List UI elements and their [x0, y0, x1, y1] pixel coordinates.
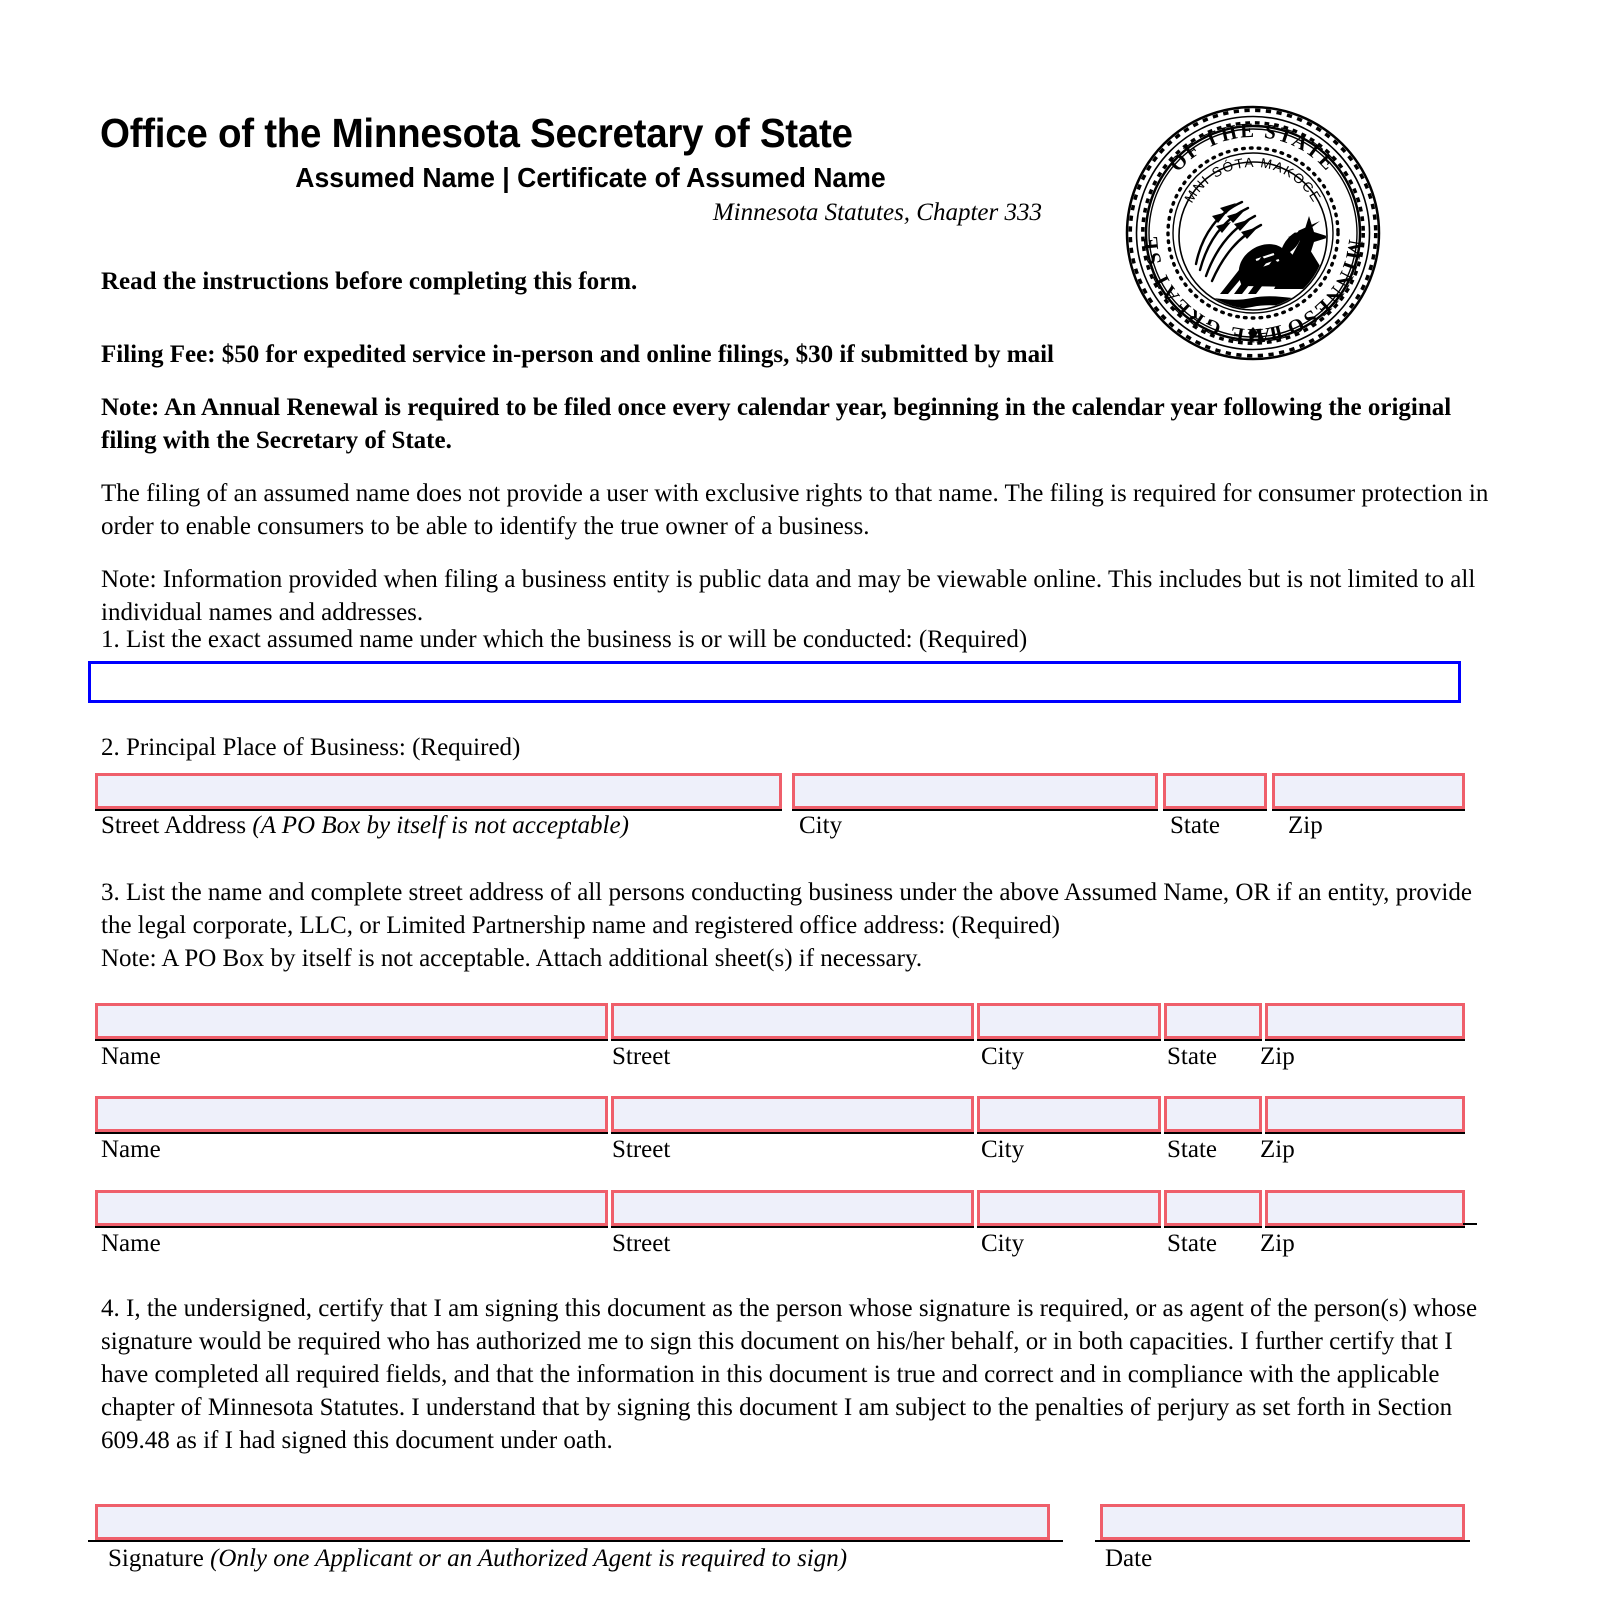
- person-2-zip-input[interactable]: [1265, 1096, 1465, 1132]
- state-column-label-row3: State: [1167, 1230, 1217, 1257]
- street-address-column-label: Street Address (A PO Box by itself is no…: [101, 812, 629, 840]
- street-column-label-row1: Street: [612, 1043, 671, 1070]
- name-column-label-row2: Name: [101, 1136, 161, 1163]
- principal-state-input[interactable]: [1163, 773, 1267, 809]
- person-1-city-input[interactable]: [977, 1003, 1161, 1039]
- person-3-zip-underline: [1265, 1226, 1465, 1228]
- person-row-3: [95, 1190, 1477, 1228]
- signature-row: [88, 1504, 1470, 1542]
- zip-column-label-s2: Zip: [1288, 812, 1323, 839]
- person-3-city-underline: [977, 1226, 1161, 1228]
- person-2-street-input[interactable]: [611, 1096, 974, 1132]
- person-1-zip-underline: [1265, 1039, 1465, 1041]
- person-1-street-underline: [611, 1039, 974, 1041]
- principal-place-row: [95, 773, 1465, 811]
- state-column-label-s2: State: [1170, 812, 1220, 839]
- form-page: Office of the Minnesota Secretary of Sta…: [0, 0, 1604, 1624]
- intro-text-block: Read the instructions before completing …: [101, 268, 1505, 649]
- zip-column-label-row3: Zip: [1260, 1230, 1295, 1257]
- public-data-note: Note: Information provided when filing a…: [101, 566, 1476, 626]
- principal-zip-underline: [1272, 809, 1465, 811]
- read-instructions-text: Read the instructions before completing …: [101, 268, 638, 295]
- person-1-name-underline: [95, 1039, 608, 1041]
- person-3-name-underline: [95, 1226, 608, 1228]
- zip-column-label-row2: Zip: [1260, 1136, 1295, 1163]
- person-3-row-end-tick: [1463, 1223, 1477, 1225]
- section-4-certification-text: 4. I, the undersigned, certify that I am…: [101, 1295, 1478, 1454]
- person-1-state-underline: [1164, 1039, 1262, 1041]
- state-column-label-row1: State: [1167, 1043, 1217, 1070]
- person-3-state-input[interactable]: [1164, 1190, 1262, 1226]
- person-2-city-underline: [977, 1132, 1161, 1134]
- date-input[interactable]: [1100, 1504, 1465, 1540]
- name-column-label-row3: Name: [101, 1230, 161, 1257]
- street-address-label-note: (A PO Box by itself is not acceptable): [252, 812, 629, 839]
- person-1-city-underline: [977, 1039, 1161, 1041]
- person-3-street-input[interactable]: [611, 1190, 974, 1226]
- statute-reference: Minnesota Statutes, Chapter 333: [712, 199, 1042, 227]
- principal-city-underline: [792, 809, 1158, 811]
- person-2-zip-underline: [1265, 1132, 1465, 1134]
- person-2-state-input[interactable]: [1164, 1096, 1262, 1132]
- street-address-label-text: Street Address: [101, 812, 253, 839]
- person-3-zip-input[interactable]: [1265, 1190, 1465, 1226]
- assumed-name-input[interactable]: [88, 661, 1461, 703]
- signature-underline: [88, 1540, 1063, 1542]
- person-3-city-input[interactable]: [977, 1190, 1161, 1226]
- person-1-zip-input[interactable]: [1265, 1003, 1465, 1039]
- city-column-label-row2: City: [981, 1136, 1025, 1163]
- section-3-line-1: 3. List the name and complete street add…: [101, 879, 1292, 906]
- date-underline: [1095, 1540, 1470, 1542]
- exclusive-rights-paragraph: The filing of an assumed name does not p…: [101, 480, 1489, 540]
- principal-street-input[interactable]: [95, 773, 782, 809]
- principal-zip-input[interactable]: [1272, 773, 1465, 809]
- person-3-street-underline: [611, 1226, 974, 1228]
- person-1-street-input[interactable]: [611, 1003, 974, 1039]
- person-2-name-underline: [95, 1132, 608, 1134]
- zip-column-label-row1: Zip: [1260, 1043, 1295, 1070]
- person-row-1: [95, 1003, 1465, 1041]
- signature-label-note: (Only one Applicant or an Authorized Age…: [210, 1545, 848, 1572]
- person-2-name-input[interactable]: [95, 1096, 608, 1132]
- signature-input[interactable]: [95, 1504, 1050, 1540]
- person-3-state-underline: [1164, 1226, 1262, 1228]
- person-2-street-underline: [611, 1132, 974, 1134]
- filing-fee-text: Filing Fee: $50 for expedited service in…: [101, 341, 1055, 368]
- signature-label-text: Signature: [108, 1545, 211, 1572]
- section-1-label: 1. List the exact assumed name under whi…: [101, 626, 1028, 653]
- city-column-label-s2: City: [799, 812, 843, 839]
- person-3-name-input[interactable]: [95, 1190, 608, 1226]
- city-column-label-row1: City: [981, 1043, 1025, 1070]
- person-1-name-input[interactable]: [95, 1003, 608, 1039]
- street-column-label-row3: Street: [612, 1230, 671, 1257]
- section-2-label: 2. Principal Place of Business: (Require…: [101, 734, 521, 761]
- form-header: Office of the Minnesota Secretary of Sta…: [100, 110, 1100, 227]
- annual-renewal-note: Note: An Annual Renewal is required to b…: [101, 394, 1452, 454]
- section-3-label: 3. List the name and complete street add…: [101, 876, 1501, 975]
- form-subtitle: Assumed Name | Certificate of Assumed Na…: [295, 162, 886, 194]
- principal-state-underline: [1163, 809, 1267, 811]
- principal-street-underline: [95, 809, 782, 811]
- street-column-label-row2: Street: [612, 1136, 671, 1163]
- person-1-state-input[interactable]: [1164, 1003, 1262, 1039]
- person-2-city-input[interactable]: [977, 1096, 1161, 1132]
- page-title: Office of the Minnesota Secretary of Sta…: [100, 110, 853, 156]
- city-column-label-row3: City: [981, 1230, 1025, 1257]
- signature-label: Signature (Only one Applicant or an Auth…: [108, 1545, 847, 1573]
- date-label: Date: [1105, 1545, 1153, 1572]
- person-2-state-underline: [1164, 1132, 1262, 1134]
- section-3-line-3: Note: A PO Box by itself is not acceptab…: [101, 945, 923, 972]
- state-column-label-row2: State: [1167, 1136, 1217, 1163]
- name-column-label-row1: Name: [101, 1043, 161, 1070]
- principal-city-input[interactable]: [792, 773, 1158, 809]
- person-row-2: [95, 1096, 1465, 1134]
